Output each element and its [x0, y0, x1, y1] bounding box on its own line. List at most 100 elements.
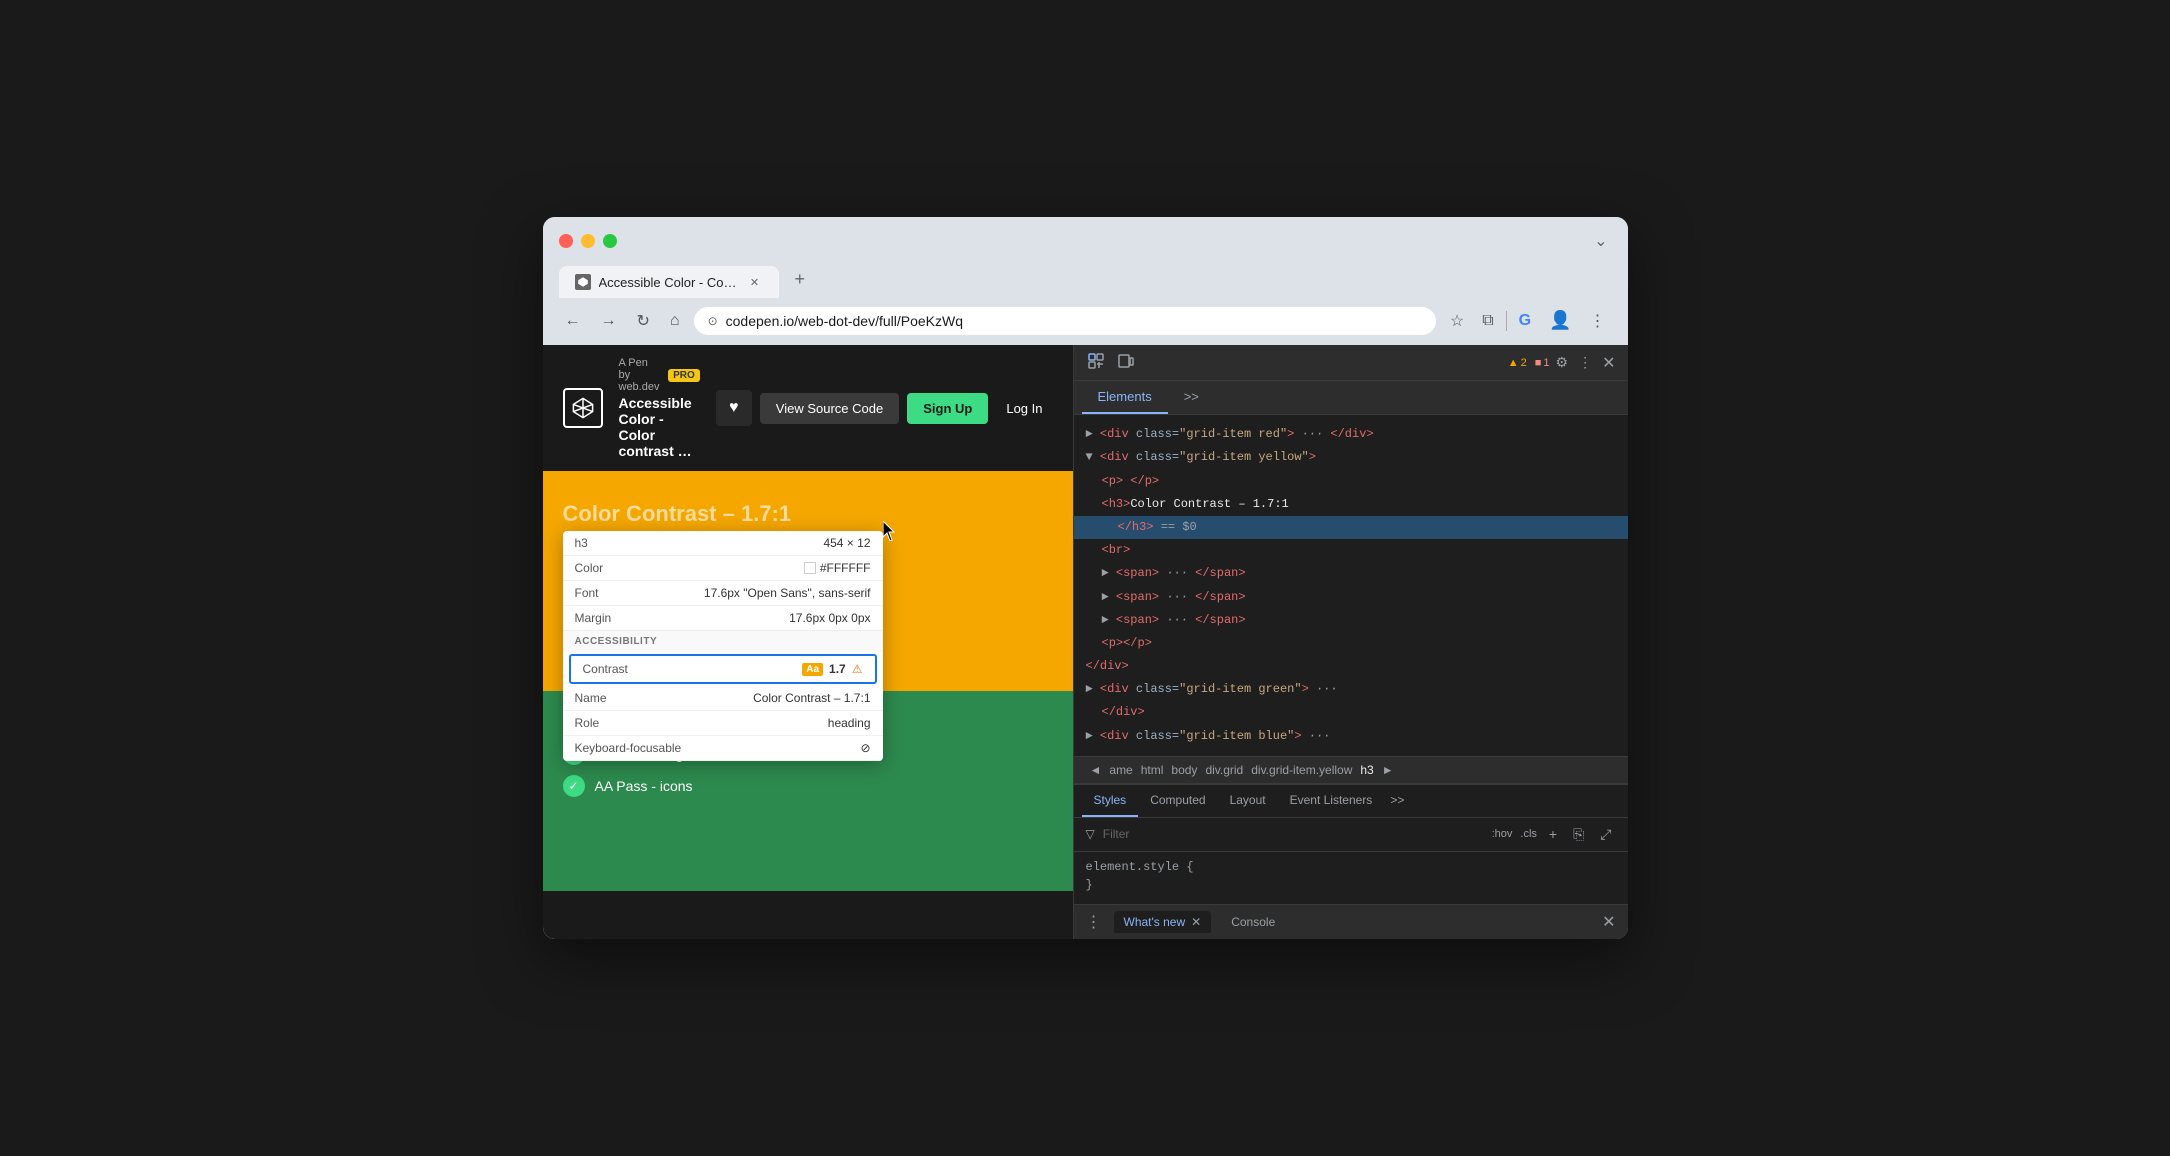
codepen-meta-text: A Pen by web.dev: [619, 357, 663, 393]
dropdown-icon: ⌄: [1594, 231, 1611, 251]
breadcrumb-item-html[interactable]: html: [1137, 761, 1168, 779]
contrast-warning-icon: ⚠: [852, 662, 863, 676]
expand-icon[interactable]: ►: [1102, 566, 1109, 580]
tab-elements[interactable]: Elements: [1082, 381, 1168, 414]
dom-line: ► <span> ··· </span>: [1074, 609, 1628, 632]
extensions-button[interactable]: ⧉: [1476, 308, 1499, 334]
filter-pseudo-class[interactable]: :hov: [1492, 828, 1513, 840]
expand-icon[interactable]: ▼: [1086, 450, 1093, 464]
breadcrumb-item-yellow[interactable]: div.grid-item.yellow: [1247, 761, 1356, 779]
whats-new-close[interactable]: ✕: [1191, 915, 1201, 929]
bookmark-button[interactable]: ☆: [1444, 307, 1470, 335]
webpage-preview: Color Contrast – 1.7:1 h3 454 × 12: [543, 471, 1073, 891]
tooltip-keyboard-row: Keyboard-focusable ⊘: [563, 736, 883, 761]
tab-more[interactable]: >>: [1168, 381, 1215, 414]
url-text: codepen.io/web-dot-dev/full/PoeKzWq: [726, 313, 963, 329]
filter-actions: :hov .cls + ⎘ ⤢: [1492, 824, 1616, 845]
breadcrumb-bar: ◄ ame html body div.grid div.grid-item.y…: [1074, 756, 1628, 784]
whats-new-tab[interactable]: What's new ✕: [1114, 911, 1212, 933]
devtools-element-tooltip: h3 454 × 12 Color #FFFFFF Font: [563, 531, 883, 761]
whats-new-label: What's new: [1124, 915, 1186, 929]
dom-line: ► <span> ··· </span>: [1074, 586, 1628, 609]
breadcrumb-item-nav[interactable]: ◄: [1086, 761, 1106, 779]
tooltip-role-value: heading: [828, 716, 871, 730]
element-style-close: }: [1086, 878, 1616, 892]
dom-line-selected[interactable]: </h3> == $0: [1074, 516, 1628, 539]
view-source-button[interactable]: View Source Code: [760, 393, 899, 424]
tab-bar: Accessible Color - Color cont… ✕ +: [559, 261, 1612, 298]
expand-icon[interactable]: ►: [1102, 590, 1109, 604]
profile-button[interactable]: 👤: [1543, 306, 1577, 335]
traffic-lights: [559, 234, 617, 248]
back-button[interactable]: ←: [559, 308, 587, 334]
forward-button[interactable]: →: [595, 308, 623, 334]
color-swatch: [804, 562, 816, 574]
contrast-label: Contrast: [583, 662, 628, 676]
close-window-button[interactable]: [559, 234, 573, 248]
address-bar[interactable]: ⊙ codepen.io/web-dot-dev/full/PoeKzWq: [694, 307, 1436, 335]
bottom-close-button[interactable]: ✕: [1602, 912, 1615, 932]
styles-tab-layout[interactable]: Layout: [1218, 785, 1278, 817]
devtools-toolbar: ▲ 2 ■ 1 ⚙ ⋮ ✕: [1074, 345, 1628, 381]
minimize-window-button[interactable]: [581, 234, 595, 248]
inspect-element-button[interactable]: [1082, 349, 1110, 376]
expand-icon[interactable]: ►: [1102, 613, 1109, 627]
dom-line: ► <span> ··· </span>: [1074, 562, 1628, 585]
tab-close-button[interactable]: ✕: [747, 274, 763, 290]
breadcrumb-item-next[interactable]: ►: [1378, 761, 1398, 779]
dom-line: ► <div class="grid-item green"> ···: [1074, 678, 1628, 701]
styles-tab-styles[interactable]: Styles: [1082, 785, 1139, 817]
reload-button[interactable]: ↻: [631, 307, 656, 335]
device-toolbar-button[interactable]: [1112, 349, 1140, 376]
tab-title: Accessible Color - Color cont…: [599, 275, 739, 290]
tooltip-name-value: Color Contrast – 1.7:1: [753, 691, 870, 705]
styles-tab-computed[interactable]: Computed: [1138, 785, 1217, 817]
google-button[interactable]: G: [1513, 308, 1537, 334]
address-bar-row: ← → ↻ ⌂ ⊙ codepen.io/web-dot-dev/full/Po…: [543, 298, 1628, 345]
expand-icon[interactable]: ►: [1086, 682, 1093, 696]
login-button[interactable]: Log In: [996, 393, 1052, 424]
tooltip-name-label: Name: [575, 691, 607, 705]
tooltip-dimensions: 454 × 12: [823, 536, 870, 550]
more-button[interactable]: ⋮: [1584, 307, 1612, 335]
pro-badge: PRO: [668, 369, 700, 382]
filter-add-button[interactable]: +: [1545, 824, 1561, 844]
bottom-more-icon[interactable]: ⋮: [1086, 912, 1102, 932]
warning-icon: ▲: [1508, 357, 1519, 369]
tooltip-color-value: #FFFFFF: [804, 561, 871, 575]
new-tab-button[interactable]: +: [783, 261, 818, 298]
breadcrumb-item-body[interactable]: body: [1167, 761, 1201, 779]
devtools-close-button[interactable]: ✕: [1598, 349, 1619, 377]
expand-icon[interactable]: ►: [1086, 427, 1093, 441]
tooltip-font-label: Font: [575, 586, 599, 600]
devtools-more-button[interactable]: ⋮: [1574, 350, 1596, 375]
home-button[interactable]: ⌂: [664, 308, 686, 334]
pass-icons-icon: ✓: [563, 775, 585, 797]
breadcrumb-item-grid[interactable]: div.grid: [1201, 761, 1247, 779]
error-icon: ■: [1535, 357, 1542, 369]
contrast-value: Aa 1.7 ⚠: [802, 662, 862, 676]
breadcrumb-item-h3[interactable]: h3: [1356, 761, 1377, 779]
address-security-icon: ⊙: [708, 314, 718, 328]
heart-button[interactable]: ♥: [716, 390, 752, 426]
devtools-settings-button[interactable]: ⚙: [1552, 350, 1573, 375]
filter-copy-button[interactable]: ⎘: [1569, 824, 1588, 845]
filter-expand-button[interactable]: ⤢: [1596, 824, 1615, 845]
filter-input[interactable]: [1103, 827, 1484, 841]
maximize-window-button[interactable]: [603, 234, 617, 248]
filter-class[interactable]: .cls: [1520, 828, 1537, 840]
color-contrast-heading: Color Contrast – 1.7:1: [563, 501, 1053, 527]
tooltip-margin-label: Margin: [575, 611, 612, 625]
active-tab[interactable]: Accessible Color - Color cont… ✕: [559, 266, 779, 298]
styles-tab-event-listeners[interactable]: Event Listeners: [1278, 785, 1385, 817]
element-style-rule: element.style {: [1086, 860, 1616, 874]
expand-icon[interactable]: ►: [1086, 729, 1093, 743]
browser-titlebar: ⌄ Accessible Color - Color cont… ✕ +: [543, 217, 1628, 298]
console-tab[interactable]: Console: [1223, 911, 1283, 933]
breadcrumb-item-ame[interactable]: ame: [1105, 761, 1136, 779]
styles-tab-more[interactable]: >>: [1384, 785, 1410, 817]
codepen-title: Accessible Color - Color contrast …: [619, 395, 700, 459]
browser-window: ⌄ Accessible Color - Color cont… ✕ + ← →…: [543, 217, 1628, 939]
signup-button[interactable]: Sign Up: [907, 393, 988, 424]
devtools-tabs: Elements >>: [1074, 381, 1628, 415]
